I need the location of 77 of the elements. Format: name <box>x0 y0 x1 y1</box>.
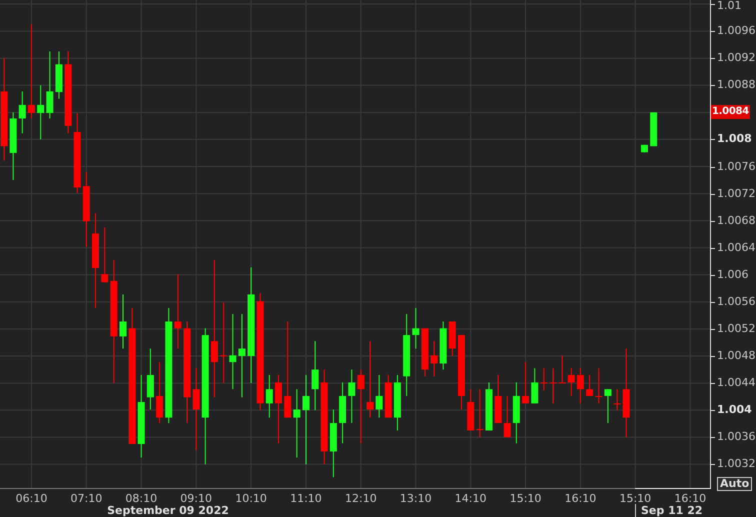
axis-label: 1.0036 <box>717 431 756 444</box>
axis-label: 1.0032 <box>717 458 756 470</box>
candle <box>467 388 474 431</box>
axis-label: 15:10 <box>619 492 652 505</box>
candle <box>440 321 447 370</box>
candle <box>485 382 492 431</box>
date-label: Sep 11 22 <box>641 504 703 517</box>
candle <box>448 321 456 357</box>
axis-label: 1.0064 <box>717 242 756 254</box>
axis-label: 1.0092 <box>717 52 756 64</box>
axis-label: 12:10 <box>345 492 377 505</box>
axis-label: 1.0072 <box>717 188 756 200</box>
axis-label: 14:10 <box>454 492 486 505</box>
candle <box>18 90 26 134</box>
candle <box>512 382 520 444</box>
candle <box>275 374 282 444</box>
axis-label: 07:10 <box>70 492 102 505</box>
axis-label: 06:10 <box>16 492 48 505</box>
axis-label: 13:10 <box>400 492 432 505</box>
candle <box>586 374 594 396</box>
axis-label: 15:10 <box>510 492 542 505</box>
candle <box>46 50 54 119</box>
candle <box>37 84 44 140</box>
axis-label: 08:10 <box>125 492 158 505</box>
axis-label: 10:10 <box>235 492 267 505</box>
axis-label: 1.004 <box>717 404 752 416</box>
candle <box>504 395 511 438</box>
axis-label: 09:10 <box>180 492 212 505</box>
candle <box>330 408 337 478</box>
axis-label: 16:10 <box>674 492 706 505</box>
candle <box>101 226 108 283</box>
candle <box>312 340 319 411</box>
axis-label: 1.008 <box>717 133 752 146</box>
candle <box>640 144 648 153</box>
axis-label: 1.006 <box>717 268 748 281</box>
axis-label: 1.0068 <box>717 214 756 227</box>
candle <box>604 388 612 424</box>
candle <box>293 388 300 458</box>
candle <box>540 368 548 392</box>
axis-label: 1.0048 <box>717 350 756 362</box>
candle <box>494 374 502 424</box>
current-price-label: 1.0084 <box>711 105 750 120</box>
candle <box>156 362 164 424</box>
auto-scale-button[interactable]: Auto <box>717 477 752 491</box>
axis-label: 1.0088 <box>717 79 756 92</box>
candle <box>430 340 438 377</box>
candle <box>146 348 154 410</box>
candle <box>384 374 392 418</box>
candle <box>266 374 273 418</box>
axis-label: 1.01 <box>717 0 742 12</box>
date-label: September 09 2022 <box>107 504 229 517</box>
candle <box>550 368 556 404</box>
axis-label: 1.0056 <box>717 296 756 308</box>
axis-label: 1.0096 <box>717 25 756 38</box>
candle <box>476 388 484 438</box>
axis-label: 1.0076 <box>717 160 756 172</box>
candle <box>576 368 584 404</box>
axis-label: 16:10 <box>564 492 596 505</box>
candle <box>119 294 126 350</box>
candle <box>595 368 602 404</box>
candle <box>531 368 538 404</box>
axis-label: 1.0052 <box>717 322 756 335</box>
candle <box>522 362 530 404</box>
axis-label: 11:10 <box>290 492 322 505</box>
candle <box>568 368 575 396</box>
candle <box>376 374 383 418</box>
axis-label: 1.0044 <box>717 377 756 390</box>
candle <box>421 328 428 377</box>
candle <box>650 112 658 147</box>
candle <box>394 374 401 431</box>
candle <box>55 50 62 100</box>
candle <box>348 369 356 424</box>
candle <box>339 382 346 444</box>
candle <box>614 388 621 411</box>
candle <box>558 354 566 384</box>
candle <box>412 307 420 350</box>
candle <box>10 112 17 181</box>
